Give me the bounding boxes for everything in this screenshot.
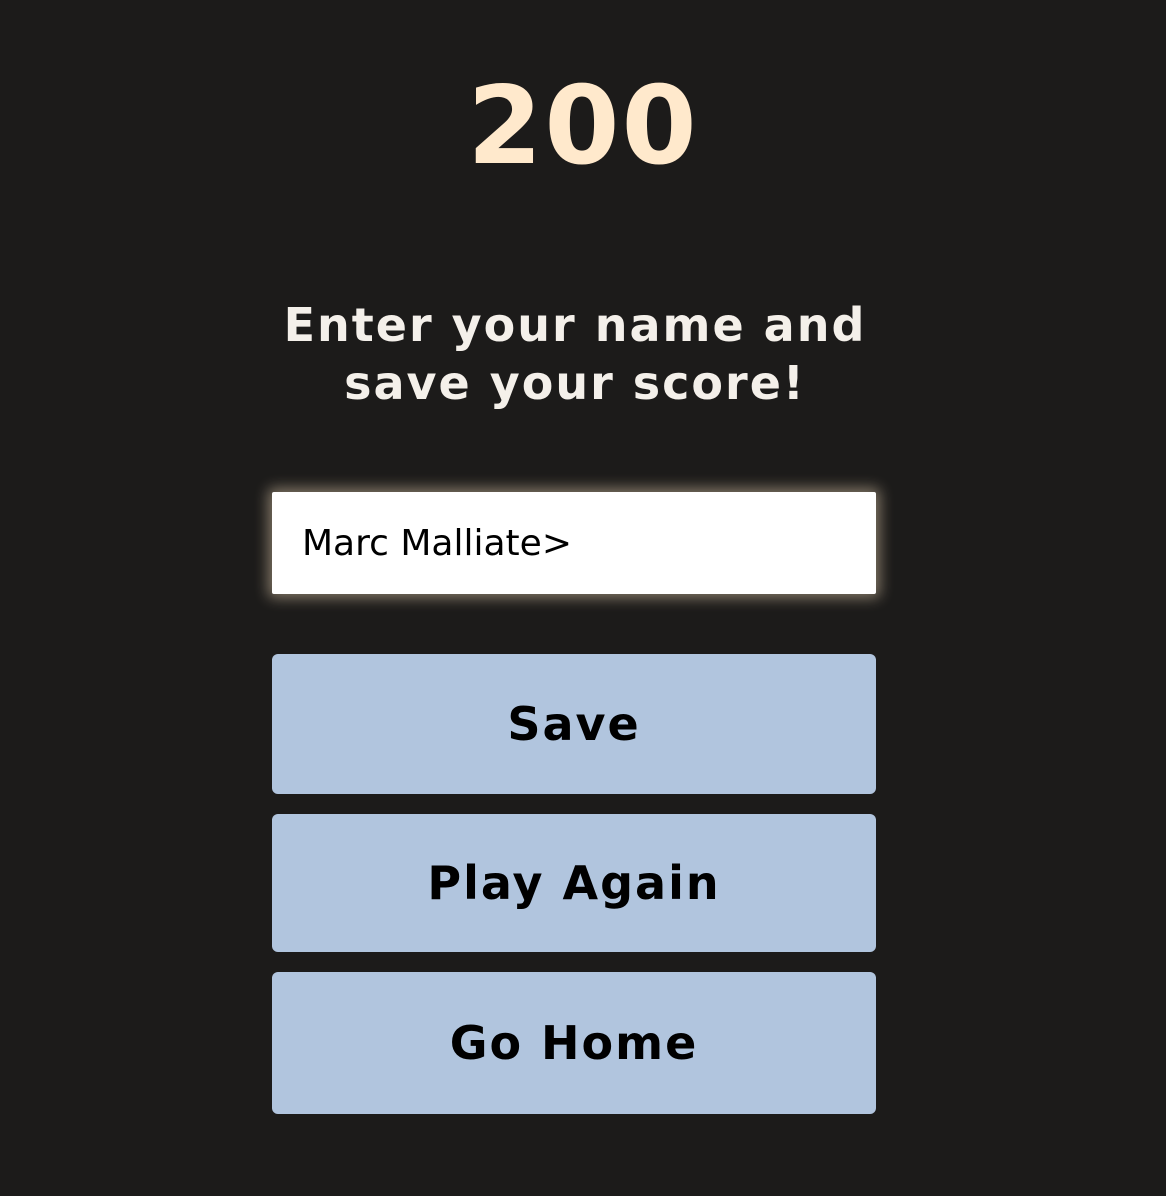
play-again-button[interactable]: Play Again [272,814,876,952]
final-score: 200 [467,64,699,189]
end-screen: 200 Enter your name and save your score!… [0,0,1166,1196]
save-score-prompt: Enter your name and save your score! [283,298,867,410]
username-input[interactable] [272,492,876,594]
save-button[interactable]: Save [272,654,876,794]
go-home-button[interactable]: Go Home [272,972,876,1114]
